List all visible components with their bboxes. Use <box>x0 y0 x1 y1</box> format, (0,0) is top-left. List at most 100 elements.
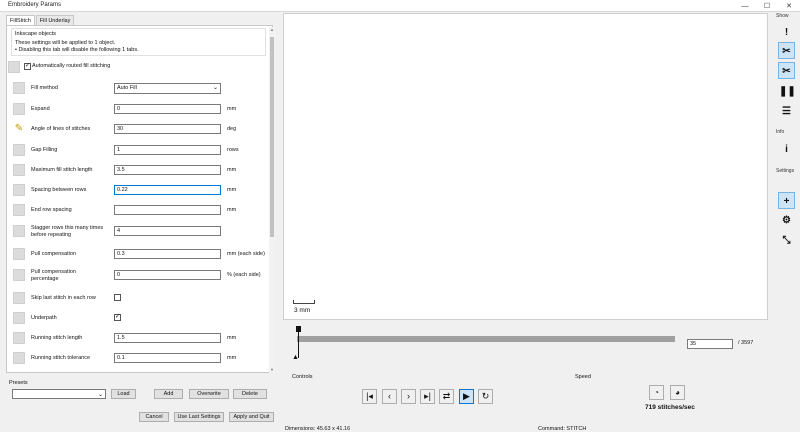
status-bar: Dimensions: 45.63 x 41.16 Command: STITC… <box>283 424 768 432</box>
row-spacing-input[interactable]: 0.22 <box>114 185 221 195</box>
param-row-running-stitch-length: Running stitch length 1.5 mm <box>12 332 267 346</box>
presets-label: Presets <box>9 380 28 386</box>
direction-icon[interactable]: ⇄ <box>439 389 454 404</box>
expand-input[interactable]: 0 <box>114 104 221 114</box>
param-icon <box>13 103 25 115</box>
param-label: Stagger rows this many times before repe… <box>31 225 104 238</box>
param-row-skip-last: Skip last stitch in each row <box>12 292 267 306</box>
scrollbar-thumb[interactable] <box>270 37 274 237</box>
max-stitch-length-input[interactable]: 3.5 <box>114 165 221 175</box>
scissors-icon[interactable]: ✂ <box>778 62 795 79</box>
first-stitch-icon[interactable]: |◂ <box>362 389 377 404</box>
param-icon <box>13 332 25 344</box>
plus-icon[interactable]: + <box>778 192 795 209</box>
param-icon <box>13 225 25 237</box>
resize-icon[interactable]: ⤡ <box>778 231 795 248</box>
param-label: End row spacing <box>31 207 72 213</box>
info-icon[interactable]: i <box>778 140 795 157</box>
fill-method-select[interactable]: Auto Fill ⌄ <box>114 83 221 94</box>
gap-filling-input[interactable]: 1 <box>114 145 221 155</box>
info-heading: Inkscape objects <box>15 31 56 37</box>
auto-route-checkbox[interactable]: ✓ <box>24 63 31 70</box>
tab-bar: FillStitch Fill Underlay <box>6 15 75 26</box>
param-icon <box>13 204 25 216</box>
param-icon <box>8 61 20 73</box>
stitch-slider[interactable] <box>297 336 675 342</box>
skip-last-checkbox[interactable] <box>114 294 121 301</box>
param-row-pull-compensation: Pull compensation 0.3 mm (each side) <box>12 248 267 262</box>
restart-icon[interactable]: ↻ <box>478 389 493 404</box>
param-icon <box>13 352 25 364</box>
param-label: Skip last stitch in each row <box>31 295 96 301</box>
param-unit: mm <box>227 167 237 173</box>
running-stitch-length-input[interactable]: 1.5 <box>114 333 221 343</box>
add-button[interactable]: Add <box>154 389 183 399</box>
tab-fill-underlay[interactable]: Fill Underlay <box>35 15 75 25</box>
param-row-gap-filling: Gap Filling 1 rows <box>12 144 267 158</box>
param-icon <box>13 164 25 176</box>
load-button[interactable]: Load <box>111 389 136 399</box>
scroll-down-icon[interactable]: ▼ <box>269 367 275 373</box>
pause-icon[interactable]: ❚❚ <box>778 82 796 99</box>
stagger-input[interactable]: 4 <box>114 226 221 236</box>
simulator-panel: ▲ 35 / 3597 Controls Speed |◂ ‹ › ▸| ⇄ ▶… <box>283 322 768 419</box>
next-icon[interactable]: › <box>401 389 416 404</box>
param-label: Underpath <box>31 315 57 321</box>
running-stitch-tolerance-input[interactable]: 0.1 <box>114 353 221 363</box>
param-unit: mm <box>227 106 237 112</box>
jump-icon[interactable]: ! <box>778 23 795 40</box>
stop-icon[interactable]: ☰ <box>778 102 795 119</box>
param-row-max-stitch-length: Maximum fill stitch length 3.5 mm <box>12 164 267 178</box>
window-title: Embroidery Params <box>8 2 62 8</box>
pull-compensation-input[interactable]: 0.3 <box>114 249 221 259</box>
angle-input[interactable]: 30 <box>114 124 221 134</box>
param-label: Expand <box>31 106 50 112</box>
underpath-checkbox[interactable]: ✓ <box>114 314 121 321</box>
gear-icon[interactable]: ⚙ <box>778 211 795 228</box>
trim-icon[interactable]: ✂ <box>778 42 795 59</box>
info-line-1: These settings will be applied to 1 obje… <box>15 40 116 46</box>
current-stitch-input[interactable]: 35 <box>687 339 733 349</box>
use-last-settings-button[interactable]: Use Last Settings <box>174 412 224 422</box>
info-line-2: • Disabling this tab will disable the fo… <box>15 47 139 53</box>
param-label: Pull compensation <box>31 251 76 257</box>
param-unit: mm <box>227 187 237 193</box>
play-icon[interactable]: ▶ <box>459 389 474 404</box>
end-row-spacing-input[interactable] <box>114 205 221 215</box>
preview-canvas[interactable]: 3 mm <box>283 13 768 320</box>
scale-label: 3 mm <box>294 307 311 314</box>
minimize-button[interactable]: — <box>734 0 756 12</box>
info-box: Inkscape objects These settings will be … <box>11 28 266 56</box>
param-row-pull-compensation-pct: Pull compensation percentage 0 % (each s… <box>12 269 267 283</box>
presets-select[interactable]: ⌄ <box>12 389 106 399</box>
param-row-running-stitch-tolerance: Running stitch tolerance 0.1 mm <box>12 352 267 366</box>
view-sidebar: Show ! ✂ ✂ ❚❚ ☰ Info i Settings + ⚙ ⤡ <box>770 13 800 413</box>
params-scrollbar[interactable]: ▲ ▼ <box>269 27 275 373</box>
param-row-stagger: Stagger rows this many times before repe… <box>12 225 267 239</box>
slow-down-icon[interactable]: ◔ <box>649 385 664 400</box>
maximize-button[interactable]: ☐ <box>756 0 778 12</box>
close-button[interactable]: ✕ <box>778 0 800 12</box>
info-label: Info <box>776 129 785 135</box>
param-row-row-spacing: Spacing between rows 0.22 mm <box>12 184 267 198</box>
param-unit: mm <box>227 335 237 341</box>
previous-icon[interactable]: ‹ <box>382 389 397 404</box>
last-stitch-icon[interactable]: ▸| <box>420 389 435 404</box>
speed-up-icon[interactable]: ◕ <box>670 385 685 400</box>
dimensions-status: Dimensions: 45.63 x 41.16 <box>285 426 351 432</box>
chevron-down-icon: ⌄ <box>212 85 218 91</box>
delete-button[interactable]: Delete <box>233 389 267 399</box>
param-unit: rows <box>227 147 239 153</box>
scroll-up-icon[interactable]: ▲ <box>269 27 275 33</box>
pull-compensation-pct-input[interactable]: 0 <box>114 270 221 280</box>
command-status: Command: STITCH <box>538 426 587 432</box>
controls-label: Controls <box>292 374 313 380</box>
param-label: Pull compensation percentage <box>31 269 76 282</box>
apply-and-quit-button[interactable]: Apply and Quit <box>229 412 274 422</box>
cancel-button[interactable]: Cancel <box>139 412 169 422</box>
param-label: Running stitch length <box>31 335 83 341</box>
pencil-icon: ✎ <box>14 123 24 134</box>
param-unit: mm (each side) <box>227 251 265 257</box>
overwrite-button[interactable]: Overwrite <box>189 389 229 399</box>
param-row-fill-method: Fill method Auto Fill ⌄ <box>12 82 267 96</box>
